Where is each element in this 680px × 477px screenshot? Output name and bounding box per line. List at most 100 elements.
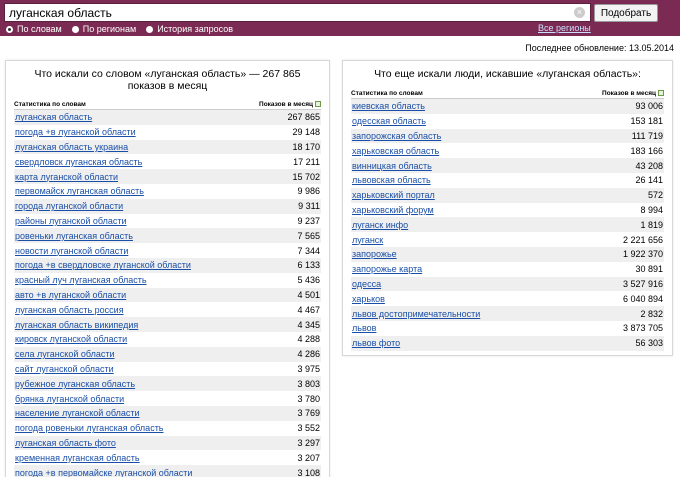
export-excel-icon[interactable] bbox=[315, 101, 321, 107]
phrase-link[interactable]: луганская область россия bbox=[15, 305, 124, 315]
phrase-link[interactable]: луганск bbox=[352, 235, 383, 245]
phrase-link[interactable]: харьковская область bbox=[352, 146, 439, 156]
phrase-link[interactable]: города луганской области bbox=[15, 201, 123, 211]
phrase-link[interactable]: киевская область bbox=[352, 101, 425, 111]
impressions-count: 7 565 bbox=[297, 230, 320, 241]
impressions-count: 3 527 916 bbox=[622, 278, 663, 289]
phrase-link[interactable]: погода ровеньки луганская область bbox=[15, 423, 164, 433]
impressions-count: 3 873 705 bbox=[622, 323, 663, 334]
mode-by-regions[interactable]: По регионам bbox=[71, 23, 137, 35]
phrase-link[interactable]: авто +в луганской области bbox=[15, 290, 126, 300]
phrase-link[interactable]: карта луганской области bbox=[15, 172, 118, 182]
phrase-link[interactable]: запорожье карта bbox=[352, 264, 422, 274]
search-input[interactable] bbox=[9, 5, 569, 20]
phrase-link[interactable]: свердловск луганская область bbox=[15, 157, 142, 167]
table-row: киевская область 93 006 bbox=[351, 99, 664, 114]
impressions-count: 18 170 bbox=[292, 141, 320, 152]
table-row: авто +в луганской области 4 501 bbox=[14, 287, 321, 303]
phrase-link[interactable]: сайт луганской области bbox=[15, 364, 114, 374]
phrase-link[interactable]: погода +в первомайске луганской области bbox=[15, 468, 192, 477]
phrase-link[interactable]: харьков bbox=[352, 294, 385, 304]
phrase-link[interactable]: новости луганской области bbox=[15, 246, 128, 256]
impressions-count: 3 108 bbox=[297, 467, 320, 477]
phrase-link[interactable]: луганская область википедия bbox=[15, 320, 138, 330]
table-row: сайт луганской области 3 975 bbox=[14, 362, 321, 377]
table-row: луганская область википедия 4 345 bbox=[14, 317, 321, 332]
radio-icon[interactable] bbox=[71, 25, 79, 33]
phrase-link[interactable]: брянка луганской области bbox=[15, 394, 124, 404]
impressions-count: 15 702 bbox=[292, 171, 320, 182]
table-row: львов 3 873 705 bbox=[351, 321, 664, 336]
table-row: луганская область 267 865 bbox=[14, 110, 321, 125]
impressions-count: 29 148 bbox=[292, 127, 320, 138]
related-table: Статистика по словам Показов в месяц кие… bbox=[351, 88, 664, 351]
impressions-count: 153 181 bbox=[630, 116, 663, 127]
phrase-link[interactable]: одесса bbox=[352, 279, 381, 289]
table-row: харьковская область 183 166 bbox=[351, 143, 664, 158]
mode-label: По регионам bbox=[82, 24, 137, 34]
phrase-link[interactable]: районы луганской области bbox=[15, 216, 127, 226]
impressions-count: 4 345 bbox=[297, 319, 320, 330]
column-count: Показов в месяц bbox=[602, 89, 656, 97]
table-row: винницкая область 43 208 bbox=[351, 158, 664, 173]
phrase-link[interactable]: первомайск луганская область bbox=[15, 186, 144, 196]
table-body: луганская область 267 865 погода +в луганс… bbox=[14, 110, 321, 477]
impressions-count: 3 297 bbox=[297, 437, 320, 448]
phrase-link[interactable]: кременная луганская область bbox=[15, 453, 140, 463]
phrase-link[interactable]: население луганской области bbox=[15, 408, 140, 418]
phrase-link[interactable]: красный луч луганская область bbox=[15, 275, 147, 285]
panel-title: Что еще искали люди, искавшие «луганская… bbox=[374, 68, 641, 80]
impressions-count: 6 040 894 bbox=[622, 293, 663, 304]
phrase-link[interactable]: львов bbox=[352, 323, 376, 333]
phrase-link[interactable]: запорожская область bbox=[352, 131, 441, 141]
impressions-count: 6 133 bbox=[297, 260, 320, 271]
table-row: запорожье карта 30 891 bbox=[351, 262, 664, 277]
search-field[interactable]: × bbox=[4, 3, 591, 22]
table-row: погода +в первомайске луганской области 3… bbox=[14, 465, 321, 477]
table-row: харьков 6 040 894 bbox=[351, 291, 664, 306]
phrase-link[interactable]: харьковский форум bbox=[352, 205, 434, 215]
radio-selected-icon[interactable] bbox=[6, 25, 13, 33]
clear-icon[interactable]: × bbox=[574, 7, 585, 18]
impressions-count: 1 819 bbox=[640, 219, 663, 230]
table-row: луганская область россия 4 467 bbox=[14, 302, 321, 317]
phrase-link[interactable]: рубежное луганская область bbox=[15, 379, 135, 389]
impressions-count: 4 467 bbox=[297, 304, 320, 315]
table-row: луганская область украина 18 170 bbox=[14, 139, 321, 155]
phrase-link[interactable]: харьковский портал bbox=[352, 190, 435, 200]
panel-title: Что искали со словом «луганская область»… bbox=[6, 61, 329, 97]
phrase-link[interactable]: львов достопримечательности bbox=[352, 309, 480, 319]
phrase-link[interactable]: запорожье bbox=[352, 249, 397, 259]
table-row: луганская область фото 3 297 bbox=[14, 435, 321, 451]
phrase-link[interactable]: винницкая область bbox=[352, 161, 432, 171]
phrase-link[interactable]: луганская область bbox=[15, 112, 92, 122]
phrase-link[interactable]: погода +в свердловске луганской области bbox=[15, 260, 191, 270]
phrase-link[interactable]: одесская область bbox=[352, 116, 426, 126]
impressions-count: 7 344 bbox=[297, 245, 320, 256]
table-row: рубежное луганская область 3 803 bbox=[14, 376, 321, 392]
all-regions-link[interactable]: Все регионы bbox=[538, 23, 591, 33]
submit-button[interactable]: Подобрать bbox=[594, 4, 658, 22]
phrase-link[interactable]: луганская область украина bbox=[15, 142, 128, 152]
impressions-count: 2 221 656 bbox=[622, 234, 663, 245]
impressions-count: 1 922 370 bbox=[622, 249, 663, 260]
table-row: брянка луганской области 3 780 bbox=[14, 391, 321, 406]
mode-label: История запросов bbox=[157, 24, 233, 34]
table-row: села луганской области 4 286 bbox=[14, 346, 321, 362]
radio-icon[interactable] bbox=[146, 25, 154, 33]
phrase-link[interactable]: кировск луганской области bbox=[15, 334, 127, 344]
phrase-link[interactable]: ровеньки луганская область bbox=[15, 231, 133, 241]
phrase-link[interactable]: львов фото bbox=[352, 338, 400, 348]
table-body: киевская область 93 006 одесская область 15… bbox=[351, 99, 664, 351]
phrase-link[interactable]: погода +в луганской области bbox=[15, 127, 136, 137]
table-row: запорожская область 111 719 bbox=[351, 128, 664, 144]
phrase-link[interactable]: луганск инфо bbox=[352, 220, 408, 230]
mode-by-words[interactable]: По словам bbox=[6, 23, 62, 35]
table-row: львовская область 26 141 bbox=[351, 173, 664, 188]
phrase-link[interactable]: львовская область bbox=[352, 175, 431, 185]
export-excel-icon[interactable] bbox=[658, 90, 664, 96]
phrase-link[interactable]: луганская область фото bbox=[15, 438, 116, 448]
phrase-link[interactable]: села луганской области bbox=[15, 349, 115, 359]
impressions-count: 56 303 bbox=[635, 338, 663, 349]
mode-history[interactable]: История запросов bbox=[146, 23, 233, 35]
